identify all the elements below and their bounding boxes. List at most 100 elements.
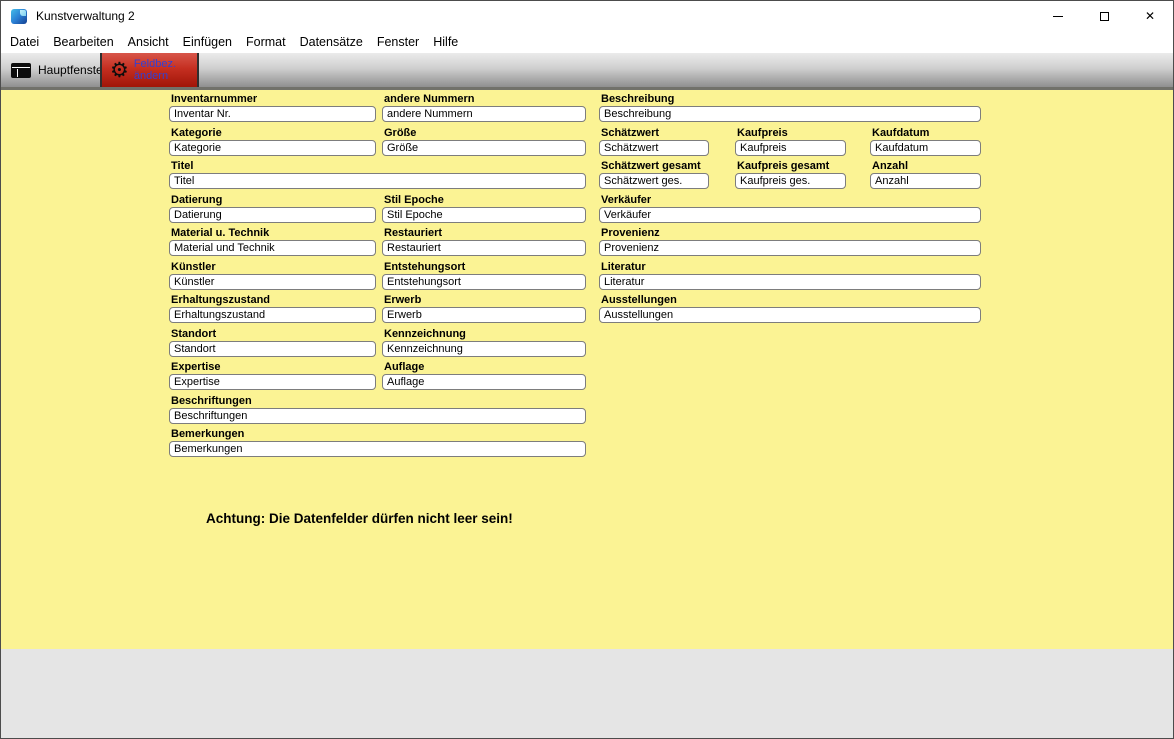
field-anzahl: Anzahl [870,160,981,189]
kaufpreis-input[interactable] [735,140,846,156]
field-restauriert: Restauriert [382,227,586,256]
auflage-input[interactable] [382,374,586,390]
field-label: Bemerkungen [171,428,586,440]
field-kuenstler: Künstler [169,261,376,290]
field-label: Beschriftungen [171,395,586,407]
field-erhaltungszustand: Erhaltungszustand [169,294,376,323]
field-erwerb: Erwerb [382,294,586,323]
menu-item-datensaetze[interactable]: Datensätze [293,32,370,52]
field-label: Entstehungsort [384,261,586,273]
field-entstehungsort: Entstehungsort [382,261,586,290]
andere-nummern-input[interactable] [382,106,586,122]
app-window: Kunstverwaltung 2 Datei Bearbeiten Ansic… [0,0,1174,739]
toolbar-tab-hauptfenster[interactable]: Hauptfenster [1,53,100,87]
field-label: Literatur [601,261,981,273]
field-label: andere Nummern [384,93,586,105]
window-layout-icon [11,63,31,78]
literatur-input[interactable] [599,274,981,290]
kuenstler-input[interactable] [169,274,376,290]
field-beschreibung: Beschreibung [599,93,981,122]
field-label: Kaufpreis [737,127,846,139]
beschreibung-input[interactable] [599,106,981,122]
toolbar-tab-feldbez-aendern[interactable]: Feldbez. ändern [102,53,197,87]
field-standort: Standort [169,328,376,357]
field-label: Schätzwert [601,127,709,139]
menu-item-datei[interactable]: Datei [3,32,46,52]
field-provenienz: Provenienz [599,227,981,256]
datierung-input[interactable] [169,207,376,223]
field-label: Künstler [171,261,376,273]
minimize-button[interactable] [1035,1,1081,31]
field-label: Expertise [171,361,376,373]
field-label: Beschreibung [601,93,981,105]
ausstellungen-input[interactable] [599,307,981,323]
field-label: Kaufdatum [872,127,981,139]
field-auflage: Auflage [382,361,586,390]
field-label: Standort [171,328,376,340]
field-andere-nummern: andere Nummern [382,93,586,122]
field-label: Datierung [171,194,376,206]
field-kaufpreis-gesamt: Kaufpreis gesamt [735,160,846,189]
anzahl-input[interactable] [870,173,981,189]
erhaltungszustand-input[interactable] [169,307,376,323]
field-label: Material u. Technik [171,227,376,239]
field-label: Restauriert [384,227,586,239]
field-label: Verkäufer [601,194,981,206]
form-area: Inventarnummer Kategorie Titel Datierung… [1,90,1173,649]
hauptfenster-tab-label: Hauptfenster [38,63,107,77]
field-label: Auflage [384,361,586,373]
restauriert-input[interactable] [382,240,586,256]
menu-bar: Datei Bearbeiten Ansicht Einfügen Format… [1,31,1173,53]
window-title: Kunstverwaltung 2 [36,9,135,23]
menu-item-ansicht[interactable]: Ansicht [121,32,176,52]
field-label: Ausstellungen [601,294,981,306]
material-technik-input[interactable] [169,240,376,256]
standort-input[interactable] [169,341,376,357]
gear-icon [110,60,129,81]
field-label: Anzahl [872,160,981,172]
field-inventarnummer: Inventarnummer [169,93,376,122]
provenienz-input[interactable] [599,240,981,256]
kaufdatum-input[interactable] [870,140,981,156]
kategorie-input[interactable] [169,140,376,156]
field-kategorie: Kategorie [169,127,376,156]
field-literatur: Literatur [599,261,981,290]
field-label: Erhaltungszustand [171,294,376,306]
menu-item-format[interactable]: Format [239,32,293,52]
kaufpreis-gesamt-input[interactable] [735,173,846,189]
maximize-icon [1100,12,1109,21]
beschriftungen-input[interactable] [169,408,586,424]
menu-item-bearbeiten[interactable]: Bearbeiten [46,32,120,52]
schaetzwert-input[interactable] [599,140,709,156]
verkaeufer-input[interactable] [599,207,981,223]
warning-text: Achtung: Die Datenfelder dürfen nicht le… [206,511,513,526]
menu-item-hilfe[interactable]: Hilfe [426,32,465,52]
schaetzwert-gesamt-input[interactable] [599,173,709,189]
inventarnummer-input[interactable] [169,106,376,122]
kennzeichnung-input[interactable] [382,341,586,357]
field-schaetzwert-gesamt: Schätzwert gesamt [599,160,709,189]
close-button[interactable] [1127,1,1173,31]
entstehungsort-input[interactable] [382,274,586,290]
field-stil-epoche: Stil Epoche [382,194,586,223]
minimize-icon [1053,16,1063,17]
field-kennzeichnung: Kennzeichnung [382,328,586,357]
field-label: Kategorie [171,127,376,139]
stil-epoche-input[interactable] [382,207,586,223]
bemerkungen-input[interactable] [169,441,586,457]
groesse-input[interactable] [382,140,586,156]
menu-item-fenster[interactable]: Fenster [370,32,426,52]
field-schaetzwert: Schätzwert [599,127,709,156]
field-expertise: Expertise [169,361,376,390]
erwerb-input[interactable] [382,307,586,323]
expertise-input[interactable] [169,374,376,390]
maximize-button[interactable] [1081,1,1127,31]
field-material-technik: Material u. Technik [169,227,376,256]
field-label: Erwerb [384,294,586,306]
field-label: Kennzeichnung [384,328,586,340]
titel-input[interactable] [169,173,586,189]
field-datierung: Datierung [169,194,376,223]
field-label: Kaufpreis gesamt [737,160,846,172]
menu-item-einfuegen[interactable]: Einfügen [176,32,239,52]
field-label: Schätzwert gesamt [601,160,709,172]
